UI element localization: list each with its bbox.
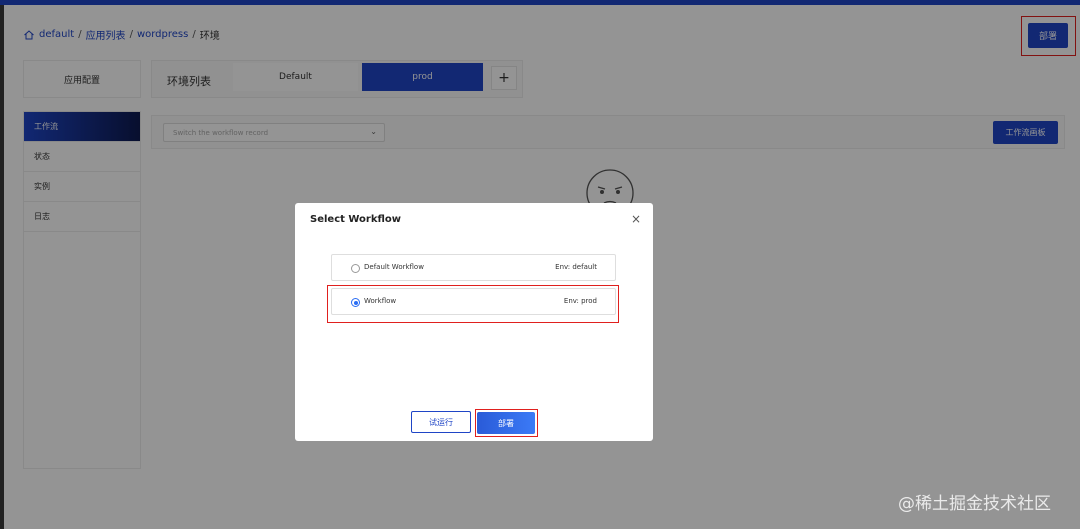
- watermark: @稀土掘金技术社区: [898, 494, 1051, 514]
- highlight-box: [475, 409, 538, 437]
- radio-button[interactable]: [351, 264, 360, 273]
- workflow-option-name: Default Workflow: [364, 263, 424, 271]
- workflow-option-default[interactable]: Default Workflow Env: default: [331, 254, 616, 281]
- close-icon[interactable]: ×: [631, 212, 641, 226]
- highlight-box: [327, 285, 619, 323]
- trial-run-button[interactable]: 试运行: [411, 411, 471, 433]
- dialog-title: Select Workflow: [310, 214, 402, 225]
- workflow-option-env: Env: default: [555, 263, 597, 271]
